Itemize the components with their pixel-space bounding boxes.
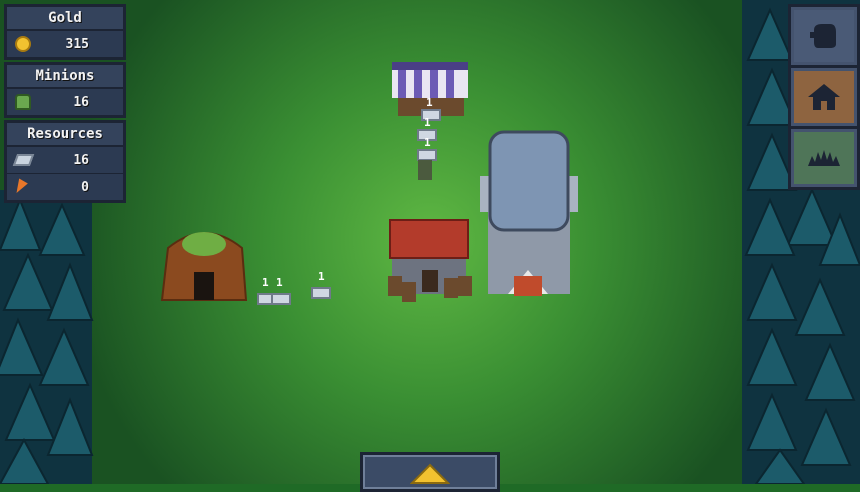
svg-text:1: 1 [424,116,431,129]
minion-icon [15,94,31,110]
minions-panel: Minions 16 [4,62,126,118]
carrot-icon [12,178,28,196]
minions-row: 16 [7,89,123,115]
stone-tower[interactable] [480,130,578,296]
minion-head-icon [810,24,836,48]
minion-tool-button[interactable] [791,7,857,65]
house-icon [808,84,840,110]
metal-ingot-icon [12,154,35,166]
gold-panel: Gold 315 [4,4,126,60]
hedgehog-icon [808,150,840,166]
build-house-button[interactable] [791,68,857,126]
minions-value: 16 [73,94,89,110]
resource-metal-row: 16 [7,147,123,173]
game-world[interactable]: 1 1 1 1 1 1 [0,0,860,484]
resources-panel: Resources 16 0 [4,120,126,203]
svg-text:1: 1 [426,96,433,109]
svg-text:1: 1 [318,270,325,283]
expand-menu-button[interactable] [360,452,500,492]
svg-text:1: 1 [424,136,431,149]
forest-left [0,190,94,484]
metal-value: 16 [73,152,89,168]
carrot-value: 0 [81,179,89,195]
resource-carrot-row: 0 [7,173,123,200]
gold-value: 315 [65,36,89,52]
gold-row: 315 [7,31,123,57]
red-roof-house[interactable] [388,219,472,302]
triangle-up-icon [410,463,450,484]
thatched-hut[interactable] [160,232,248,301]
gold-title: Gold [7,7,123,31]
svg-text:1: 1 [262,276,269,289]
build-tool-panel [788,4,860,190]
svg-text:1: 1 [276,276,283,289]
resource-hud: Gold 315 Minions 16 Resources 16 0 [4,4,126,205]
hedgehog-tool-button[interactable] [791,129,857,187]
coin-icon [15,36,31,52]
minions-title: Minions [7,65,123,89]
resources-title: Resources [7,123,123,147]
